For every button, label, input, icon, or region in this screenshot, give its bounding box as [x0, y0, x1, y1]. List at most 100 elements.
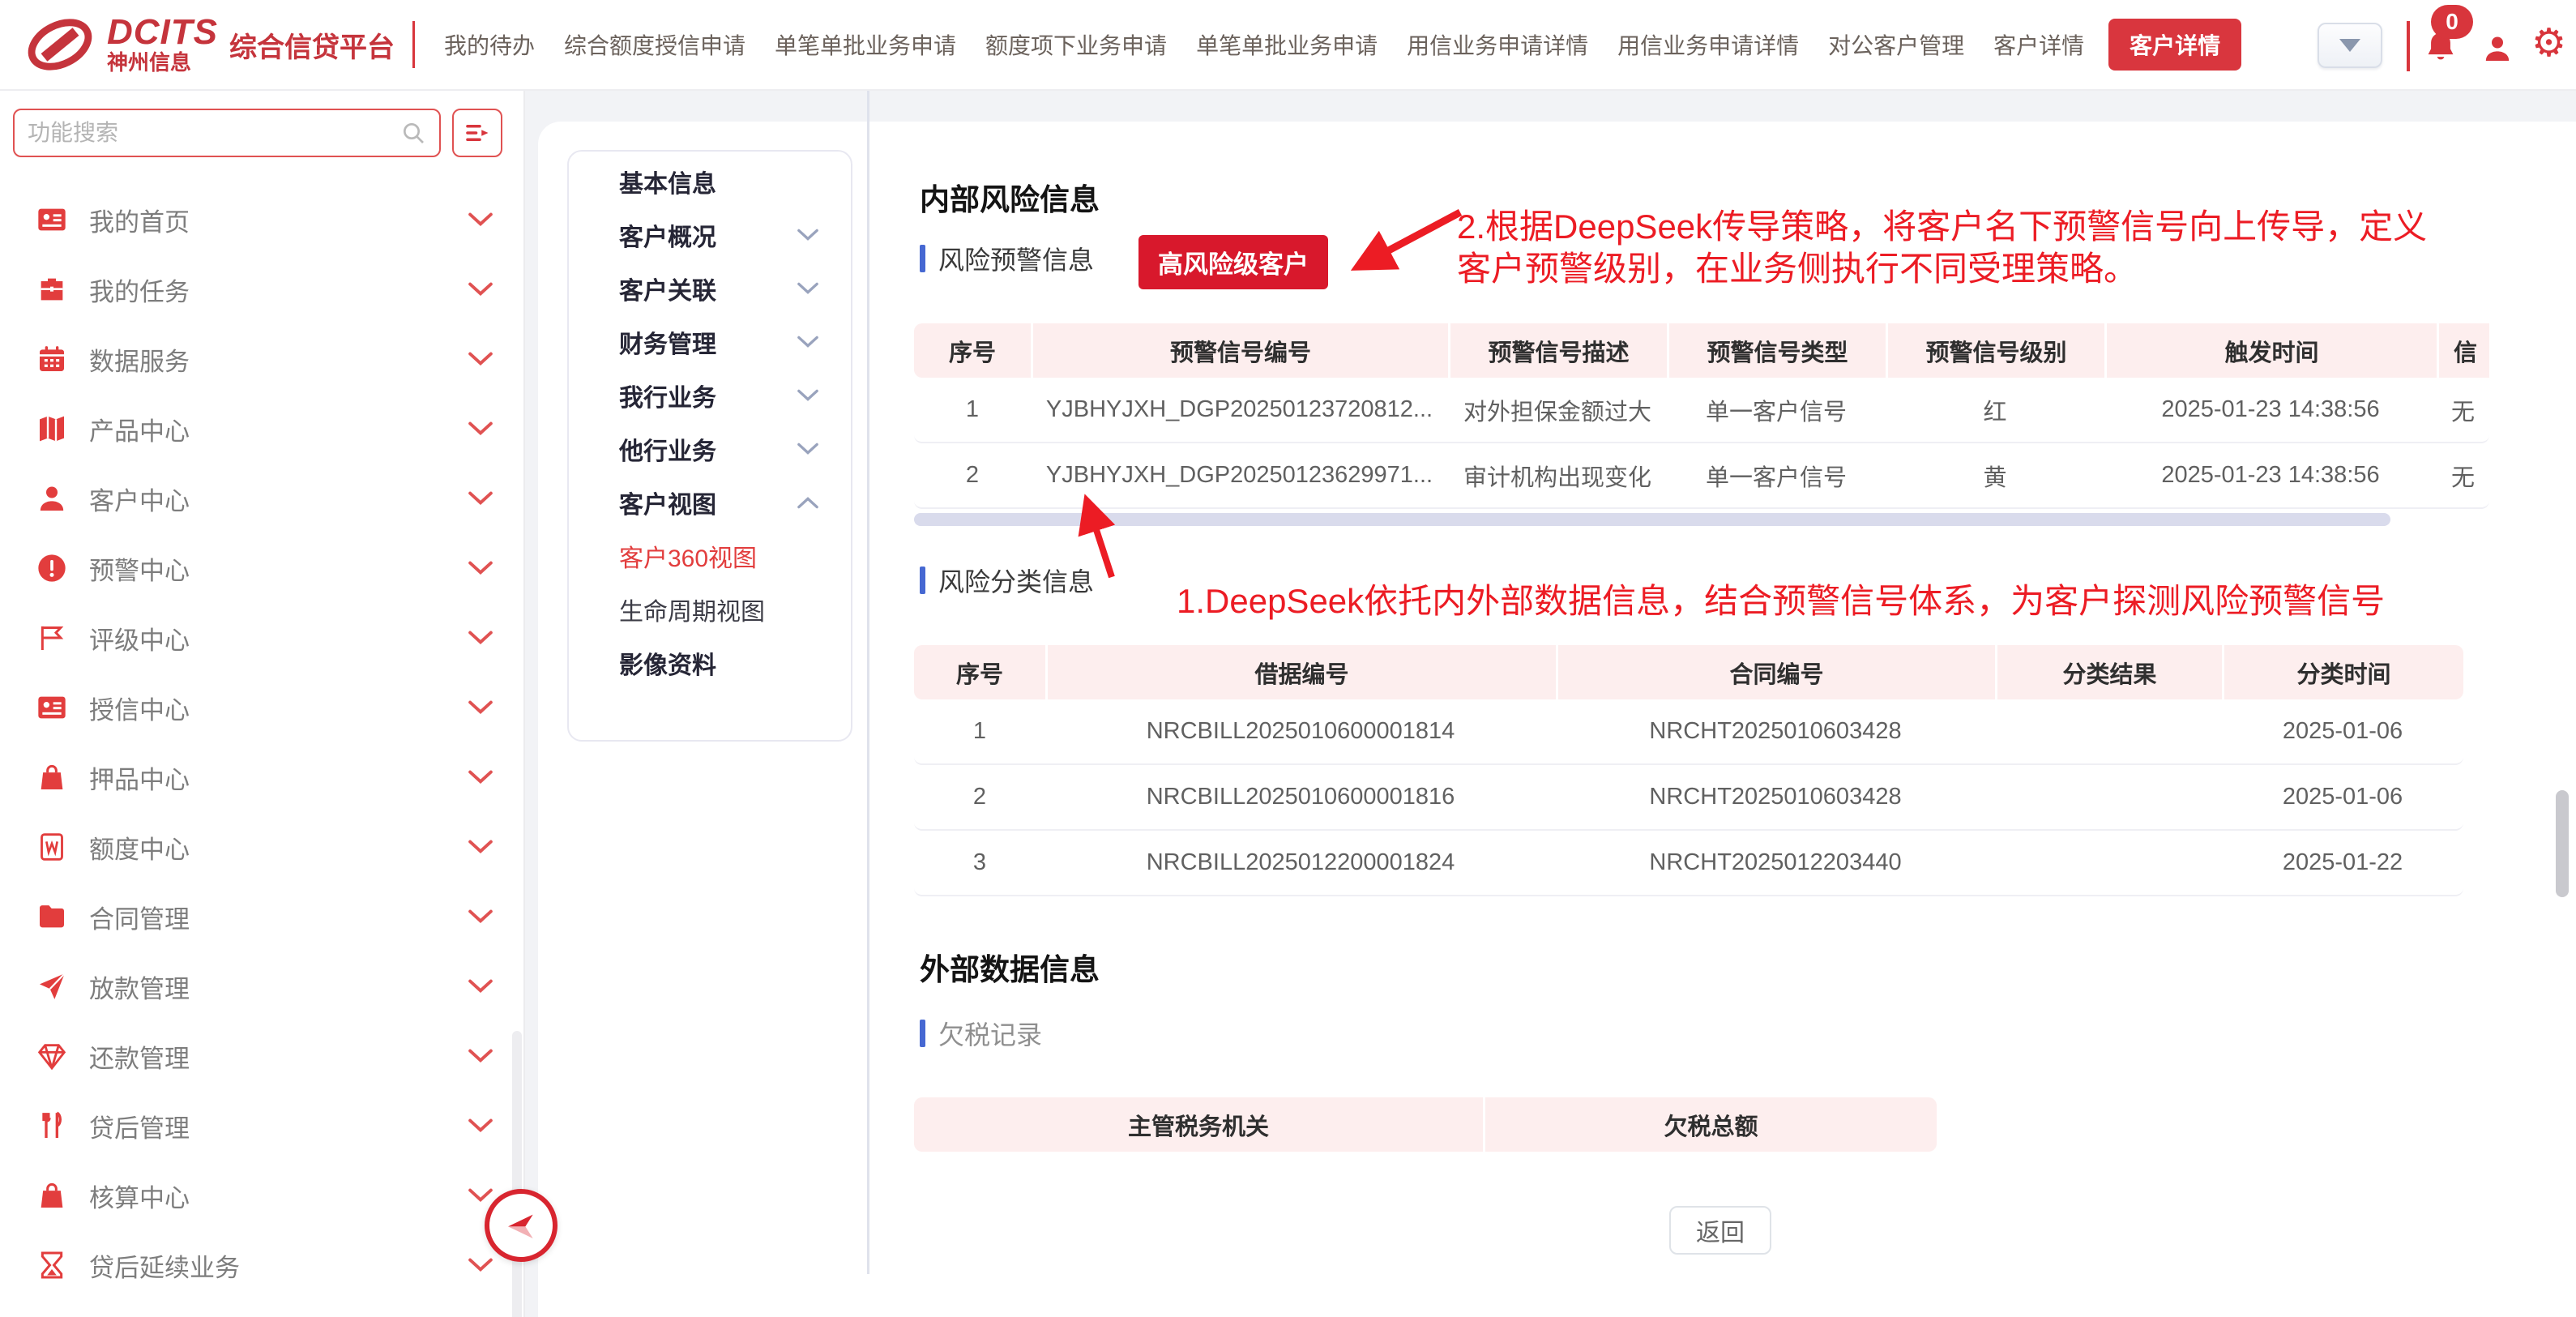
submenu-item-5[interactable]: 他行业务 — [569, 422, 851, 476]
submenu-item-3[interactable]: 财务管理 — [569, 315, 851, 369]
nav-active-tab[interactable]: 客户详情 — [2108, 19, 2241, 71]
submenu-item-4[interactable]: 我行业务 — [569, 369, 851, 422]
external-data-title: 外部数据信息 — [920, 945, 1100, 989]
sidebar-item-11[interactable]: 放款管理 — [0, 951, 525, 1021]
submenu-item-9[interactable]: 影像资料 — [569, 636, 851, 690]
sidebar-item-label: 贷后延续业务 — [89, 1247, 468, 1284]
nav-item-6[interactable]: 用信业务申请详情 — [1617, 28, 1799, 61]
table-cell: 对外担保金额过大 — [1448, 378, 1667, 442]
submenu-item-2[interactable]: 客户关联 — [569, 262, 851, 315]
nav-item-7[interactable]: 对公客户管理 — [1828, 28, 1964, 61]
nav-item-5[interactable]: 用信业务申请详情 — [1407, 28, 1588, 61]
column-header: 序号 — [914, 645, 1045, 699]
table-cell: 2025-01-23 14:38:56 — [2104, 378, 2437, 442]
table-cell: 审计机构出现变化 — [1448, 443, 1667, 507]
search-icon[interactable] — [400, 120, 426, 146]
utensils-icon — [36, 1110, 68, 1142]
chevron-down-icon — [468, 421, 493, 436]
sidebar-item-8[interactable]: 押品中心 — [0, 742, 525, 812]
sidebar-item-13[interactable]: 贷后管理 — [0, 1091, 525, 1161]
column-header: 预警信号描述 — [1448, 323, 1667, 378]
back-button[interactable]: 返回 — [1669, 1206, 1771, 1255]
table-row[interactable]: 1NRCBILL2025010600001814NRCHT20250106034… — [914, 699, 2463, 765]
submenu-item-label: 客户视图 — [619, 485, 797, 520]
table-row[interactable]: 3NRCBILL2025012200001824NRCHT20250122034… — [914, 831, 2463, 896]
submenu-item-label: 影像资料 — [619, 645, 818, 681]
sidebar-item-label: 核算中心 — [89, 1178, 468, 1214]
nav-item-2[interactable]: 单笔单批业务申请 — [775, 28, 956, 61]
risk-warning-section-header: 风险预警信息 — [920, 240, 1094, 277]
table-cell: 1 — [914, 378, 1031, 442]
function-search-box — [13, 109, 441, 157]
column-header: 借据编号 — [1045, 645, 1556, 699]
column-header: 预警信号类型 — [1667, 323, 1886, 378]
chevron-up-icon — [797, 496, 818, 509]
chevron-down-icon — [468, 491, 493, 506]
table-row[interactable]: 2NRCBILL2025010600001816NRCHT20250106034… — [914, 765, 2463, 831]
column-header: 触发时间 — [2104, 323, 2437, 378]
section-bar-icon — [920, 1020, 925, 1047]
sidebar-item-12[interactable]: 还款管理 — [0, 1021, 525, 1091]
chevron-down-icon — [468, 561, 493, 575]
nav-item-8[interactable]: 客户详情 — [1993, 28, 2084, 61]
submenu-item-label: 客户概况 — [619, 217, 797, 253]
nav-item-3[interactable]: 额度项下业务申请 — [985, 28, 1167, 61]
sidebar-item-1[interactable]: 我的任务 — [0, 254, 525, 324]
submenu-item-1[interactable]: 客户概况 — [569, 208, 851, 262]
calendar-icon — [36, 343, 68, 375]
risk-class-table: 序号借据编号合同编号分类结果分类时间1NRCBILL20250106000018… — [914, 645, 2463, 896]
nav-item-1[interactable]: 综合额度授信申请 — [564, 28, 745, 61]
nav-item-4[interactable]: 单笔单批业务申请 — [1196, 28, 1378, 61]
nav-item-0[interactable]: 我的待办 — [444, 28, 535, 61]
sidebar-item-label: 客户中心 — [89, 481, 468, 517]
submenu-item-7[interactable]: 客户360视图 — [569, 529, 851, 583]
chevron-down-icon — [468, 700, 493, 715]
search-input[interactable] — [28, 120, 400, 146]
sidebar-item-label: 还款管理 — [89, 1038, 468, 1075]
sidebar-item-3[interactable]: 产品中心 — [0, 394, 525, 464]
table-row[interactable]: 2YJBHYJXH_DGP20250123629971...审计机构出现变化单一… — [914, 443, 2489, 509]
sidebar-item-4[interactable]: 客户中心 — [0, 464, 525, 533]
sidebar-scrollbar[interactable] — [512, 1031, 522, 1317]
sidebar-item-5[interactable]: 预警中心 — [0, 533, 525, 603]
dcits-logo-icon — [19, 13, 100, 76]
user-account-icon[interactable] — [2481, 32, 2514, 65]
chevron-down-icon — [797, 282, 818, 295]
sidebar-item-6[interactable]: 评级中心 — [0, 603, 525, 673]
sidebar-item-14[interactable]: 核算中心 — [0, 1161, 525, 1230]
menu-collapse-button[interactable] — [452, 109, 502, 157]
sidebar-item-10[interactable]: 合同管理 — [0, 882, 525, 951]
nav-overflow-dropdown-button[interactable] — [2318, 23, 2382, 68]
table-row[interactable]: 1YJBHYJXH_DGP20250123720812...对外担保金额过大单一… — [914, 378, 2489, 443]
column-header: 预警信号级别 — [1886, 323, 2104, 378]
sidebar-item-7[interactable]: 授信中心 — [0, 673, 525, 742]
chevron-down-icon — [468, 1258, 493, 1272]
table-horizontal-scrollbar[interactable] — [914, 513, 2390, 526]
annotation-note-2-line2: 客户预警级别，在业务侧执行不同受理策略。 — [1457, 248, 2427, 290]
table-cell: 2025-01-23 14:38:56 — [2104, 443, 2437, 507]
risk-class-section-header: 风险分类信息 — [920, 562, 1094, 599]
sidebar-collapse-button[interactable] — [485, 1189, 557, 1262]
submenu-item-6[interactable]: 客户视图 — [569, 476, 851, 529]
sidebar-item-9[interactable]: 额度中心 — [0, 812, 525, 882]
sidebar-item-label: 贷后管理 — [89, 1108, 468, 1144]
table-header-row: 序号预警信号编号预警信号描述预警信号类型预警信号级别触发时间信 — [914, 323, 2489, 378]
sidebar-item-2[interactable]: 数据服务 — [0, 324, 525, 394]
section-bar-icon — [920, 567, 925, 594]
chevron-down-icon — [468, 1049, 493, 1063]
chevron-down-icon — [468, 352, 493, 366]
submenu-item-8[interactable]: 生命周期视图 — [569, 583, 851, 636]
id-card-icon — [36, 691, 68, 724]
sidebar-item-label: 评级中心 — [89, 620, 468, 656]
chevron-down-icon — [468, 212, 493, 227]
sidebar-item-0[interactable]: 我的首页 — [0, 185, 525, 254]
sidebar-item-15[interactable]: 贷后延续业务 — [0, 1230, 525, 1300]
page-scrollbar[interactable] — [2556, 790, 2569, 897]
gear-icon[interactable]: ⚙ — [2531, 18, 2566, 70]
high-risk-customer-badge: 高风险级客户 — [1138, 235, 1328, 289]
table-header-row: 主管税务机关欠税总额 — [914, 1097, 1937, 1152]
tax-header-label: 欠税记录 — [938, 1015, 1042, 1052]
submenu-item-0[interactable]: 基本信息 — [569, 155, 851, 208]
column-header: 欠税总额 — [1483, 1097, 1937, 1152]
internal-risk-title: 内部风险信息 — [920, 175, 1100, 219]
